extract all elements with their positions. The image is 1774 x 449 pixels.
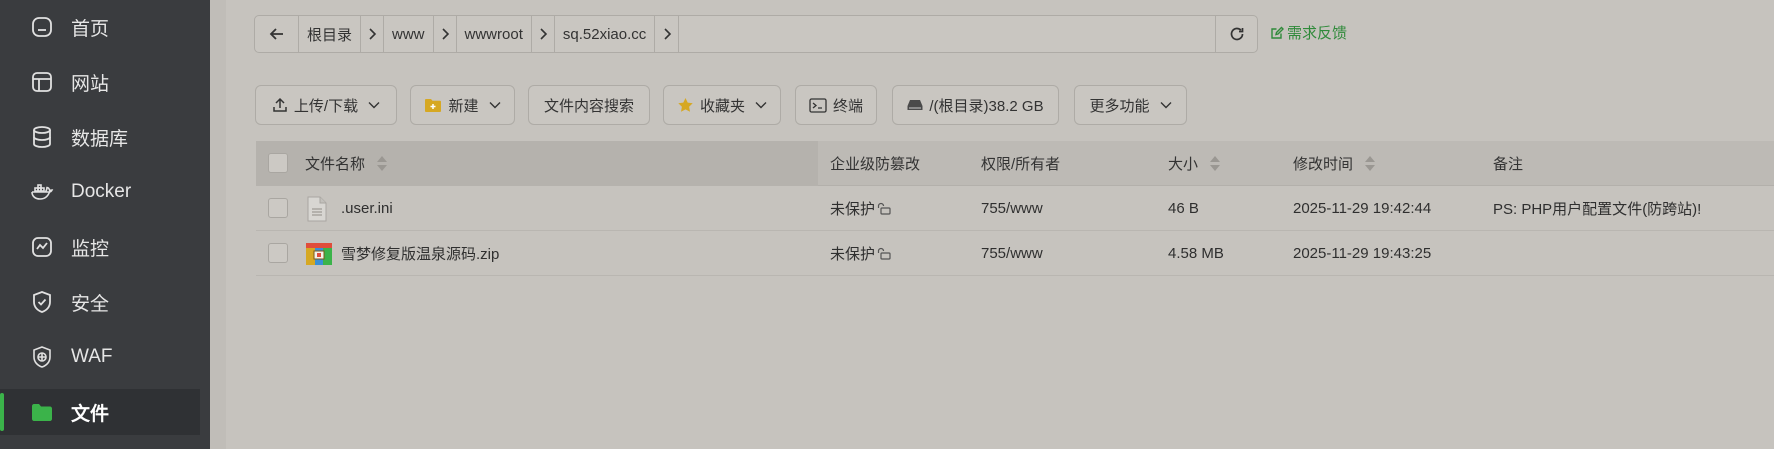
panel-edge [210,0,226,449]
file-name-link[interactable]: 雪梦修复版温泉源码.zip [341,231,499,276]
shield-icon [30,290,54,314]
chevron-right-icon [654,16,678,52]
mtime-cell: 2025-11-29 19:43:25 [1293,245,1432,262]
file-name-link[interactable]: .user.ini [341,186,393,231]
docker-icon [30,180,54,204]
header-note: 备注 [1493,156,1524,173]
select-all-checkbox[interactable] [268,153,288,173]
header-tamper: 企业级防篡改 [830,156,921,173]
home-icon [30,15,54,39]
table-row[interactable]: .user.ini 未保护 755/www 46 B 2025-11-29 19… [256,186,1774,231]
sort-icon [1210,155,1221,173]
new-button[interactable]: 新建 [410,85,515,125]
note-cell[interactable]: PS: PHP用户配置文件(防跨站)! [1493,186,1701,231]
sidebar-item-label: 安全 [71,293,110,315]
sidebar-item-files[interactable]: 文件 [0,389,200,435]
sidebar-item-label: 文件 [71,403,110,425]
unlock-icon [877,202,891,215]
disk-icon [907,100,923,110]
text-file-icon [307,186,327,231]
row-checkbox[interactable] [268,198,288,218]
breadcrumb-item[interactable]: wwwroot [457,16,555,52]
folder-icon [30,400,54,424]
terminal-button[interactable]: 终端 [795,85,877,125]
refresh-button[interactable] [1215,16,1257,52]
back-button[interactable] [255,16,299,52]
chevron-down-icon [1160,102,1171,109]
sidebar-item-database[interactable]: 数据库 [0,114,200,160]
sidebar-item-docker[interactable]: Docker [0,169,200,215]
size-cell: 46 B [1168,200,1199,217]
chevron-down-icon [368,102,380,109]
sidebar-item-website[interactable]: 网站 [0,59,200,105]
table-row[interactable]: 雪梦修复版温泉源码.zip 未保护 755/www 4.58 MB 2025-1… [256,231,1774,276]
row-checkbox[interactable] [268,243,288,263]
path-bar: 根目录 www wwwroot sq.52xiao.cc [254,15,1258,53]
terminal-icon [809,97,827,113]
star-icon [678,98,693,112]
tamper-status[interactable]: 未保护 [830,186,891,231]
breadcrumb-item[interactable]: www [384,16,457,52]
upload-icon [273,97,287,112]
sidebar-item-label: Docker [71,181,132,202]
sidebar-item-label: 监控 [71,238,110,260]
upload-download-button[interactable]: 上传/下载 [255,85,397,125]
chevron-right-icon [530,16,555,52]
sidebar-item-security[interactable]: 安全 [0,279,200,325]
sidebar: 首页 网站 数据库 Docker 监控 安全 WAF 文件 [0,0,210,449]
new-folder-icon [425,99,442,112]
permission-cell[interactable]: 755/www [981,231,1043,276]
tamper-status[interactable]: 未保护 [830,231,891,276]
sidebar-item-home[interactable]: 首页 [0,4,200,50]
website-icon [30,70,54,94]
sidebar-item-label: 数据库 [71,128,129,150]
content-search-button[interactable]: 文件内容搜索 [528,85,650,125]
breadcrumb-item[interactable]: 根目录 [299,16,385,52]
unlock-icon [877,247,891,260]
sidebar-item-label: 首页 [71,18,110,40]
monitor-icon [30,235,54,259]
file-table-header: 文件名称 企业级防篡改 权限/所有者 大小 修改时间 备注 [256,141,1774,186]
header-size[interactable]: 大小 [1168,141,1221,186]
chevron-right-icon [360,16,385,52]
favorites-button[interactable]: 收藏夹 [663,85,781,125]
refresh-icon [1230,27,1243,41]
size-cell: 4.58 MB [1168,245,1224,262]
permission-cell[interactable]: 755/www [981,186,1043,231]
sidebar-item-label: 网站 [71,73,110,95]
sort-icon [1365,155,1376,173]
header-modified-time[interactable]: 修改时间 [1293,141,1376,186]
database-icon [30,125,54,149]
more-functions-button[interactable]: 更多功能 [1074,85,1187,125]
mtime-cell: 2025-11-29 19:42:44 [1293,200,1432,217]
breadcrumb-item[interactable]: sq.52xiao.cc [555,16,678,52]
disk-button[interactable]: /(根目录)38.2 GB [892,85,1059,125]
sidebar-item-label: WAF [71,346,113,367]
feedback-link[interactable]: 需求反馈 [1270,22,1347,43]
arrow-left-icon [269,28,283,40]
zip-file-icon [306,231,332,276]
path-input-area[interactable] [678,16,1215,52]
sort-icon [377,155,388,173]
sidebar-item-monitor[interactable]: 监控 [0,224,200,270]
waf-icon [30,345,54,369]
header-permission: 权限/所有者 [981,156,1061,173]
chevron-down-icon [489,102,500,109]
chevron-down-icon [755,102,767,109]
chevron-right-icon [432,16,457,52]
edit-icon [1271,26,1284,39]
sidebar-item-waf[interactable]: WAF [0,334,200,380]
header-name[interactable]: 文件名称 [305,141,388,186]
